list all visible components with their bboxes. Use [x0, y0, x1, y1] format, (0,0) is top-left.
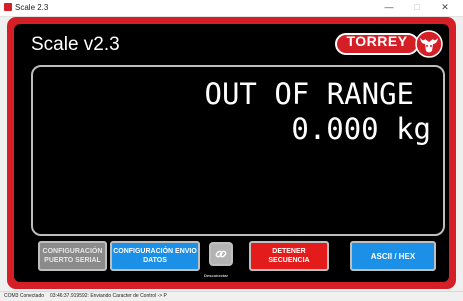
disconnect-button[interactable] — [209, 242, 233, 266]
weight-display: OUT OF RANGE 0.000 kg — [31, 65, 445, 236]
ascii-hex-button[interactable]: ASCII / HEX — [350, 241, 436, 271]
app-title: Scale v2.3 — [31, 34, 120, 55]
torrey-logo: TORREY — [335, 30, 443, 58]
connection-status: COM3 Conectado — [4, 293, 45, 299]
close-button[interactable]: ✕ — [435, 1, 455, 14]
config-serial-port-button[interactable]: CONFIGURACIÓN PUERTO SERIAL — [38, 241, 107, 271]
maximize-button[interactable]: □ — [407, 1, 427, 14]
minimize-button[interactable]: — — [379, 1, 399, 14]
disconnect-label: Desconectar — [204, 273, 229, 278]
status-message: 03:46:37.919592: Enviando Caracter de Co… — [50, 293, 167, 299]
window-title: Scale 2.3 — [15, 3, 49, 12]
logo-text: TORREY — [346, 33, 408, 49]
status-text: OUT OF RANGE — [204, 77, 414, 111]
weight-readout: 0.000 kg — [291, 112, 431, 146]
stop-sequence-button[interactable]: DETENER SECUENCIA — [249, 241, 329, 271]
bull-head-icon — [415, 30, 443, 58]
window-titlebar: Scale 2.3 — □ ✕ — [0, 0, 463, 17]
config-send-data-button[interactable]: CONFIGURACIÓN ENVIO DATOS — [110, 241, 200, 271]
link-icon — [215, 250, 227, 258]
app-icon — [4, 3, 12, 11]
